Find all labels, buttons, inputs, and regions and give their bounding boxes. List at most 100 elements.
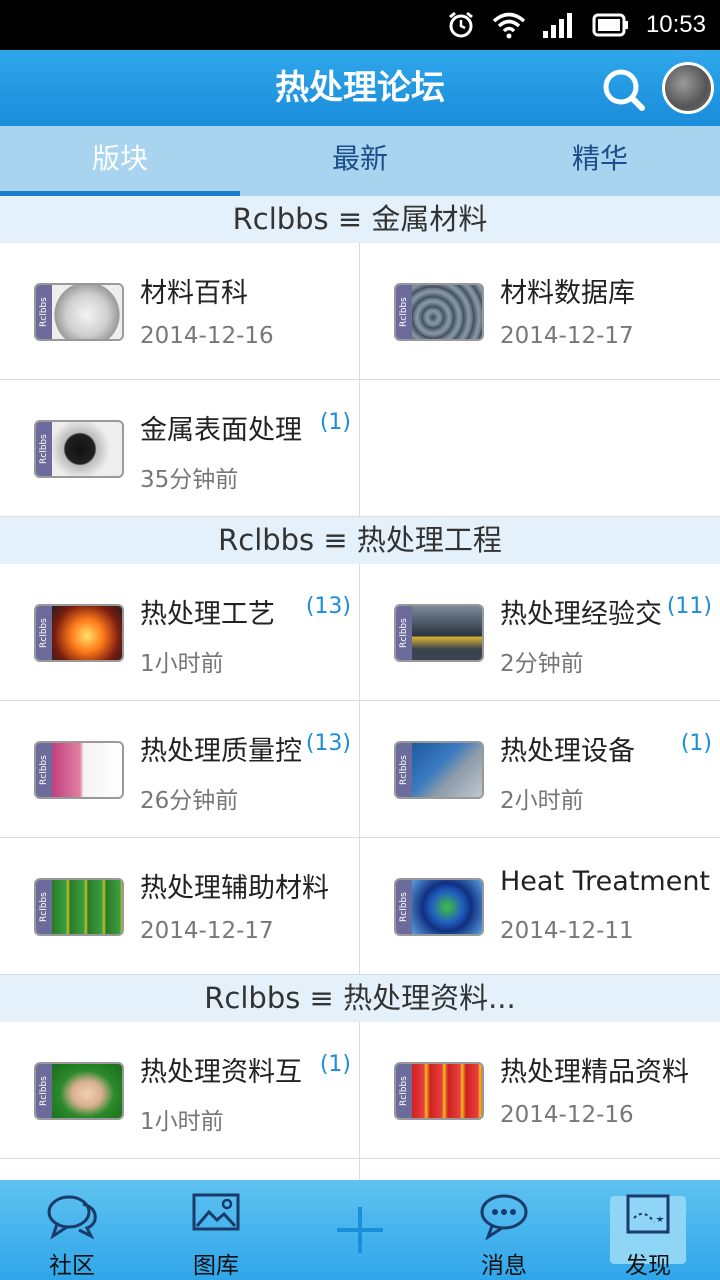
forum-name: 热处理资料互 xyxy=(140,1057,302,1088)
forum-count: (1) xyxy=(680,731,712,756)
microscope-image xyxy=(52,743,122,797)
map-flag-icon xyxy=(626,1194,670,1234)
nav-discover[interactable]: 发现 xyxy=(576,1180,720,1280)
forum-thumbnail: Rclbbs xyxy=(34,283,124,341)
forum-item[interactable]: Rclbbs 热处理质量控 26分钟前 (13) xyxy=(0,701,360,837)
nav-discover-label: 发现 xyxy=(625,1253,671,1279)
forum-item[interactable]: Rclbbs 材料数据库 2014-12-17 xyxy=(360,243,720,379)
section-header: Rclbbs ≡ 热处理工程 xyxy=(0,517,720,564)
forum-thumbnail: Rclbbs xyxy=(394,878,484,936)
forum-item[interactable] xyxy=(0,1159,360,1180)
forum-time: 1小时前 xyxy=(140,1109,224,1135)
message-icon xyxy=(480,1194,528,1240)
forum-time: 2分钟前 xyxy=(500,651,584,677)
forum-thumbnail: Rclbbs xyxy=(34,741,124,799)
forum-item[interactable]: Rclbbs 热处理工艺 1小时前 (13) xyxy=(0,564,360,700)
avatar[interactable] xyxy=(662,62,714,114)
forum-row: Rclbbs 热处理质量控 26分钟前 (13) Rclbbs 热处理设备 2小… xyxy=(0,701,720,838)
forum-name: 热处理辅助材料 xyxy=(140,873,329,904)
forum-name: 热处理工艺 xyxy=(140,599,275,630)
forum-item[interactable]: Rclbbs 热处理精品资料 2014-12-16 xyxy=(360,1022,720,1158)
gear-machine-image xyxy=(412,606,482,660)
nav-messages[interactable]: 消息 xyxy=(432,1180,576,1280)
forum-time: 2小时前 xyxy=(500,788,584,814)
forum-row: Rclbbs 金属表面处理 35分钟前 (1) xyxy=(0,380,720,517)
pipes-image xyxy=(412,285,482,339)
forum-name: 热处理设备 xyxy=(500,736,635,767)
forum-time: 26分钟前 xyxy=(140,788,239,814)
forum-name: 金属表面处理 xyxy=(140,415,302,446)
chat-bubbles-icon xyxy=(47,1195,97,1240)
forum-thumbnail: Rclbbs xyxy=(394,604,484,662)
forum-count: (1) xyxy=(319,410,351,435)
forum-item[interactable]: Rclbbs Heat Treatment 2014-12-11 xyxy=(360,838,720,974)
forum-row xyxy=(0,1159,720,1180)
forum-thumbnail: Rclbbs xyxy=(394,741,484,799)
image-icon xyxy=(192,1193,240,1231)
section-header: Rclbbs ≡ 金属材料 xyxy=(0,196,720,243)
forum-item[interactable]: Rclbbs 热处理设备 2小时前 (1) xyxy=(360,701,720,837)
forum-time: 1小时前 xyxy=(140,651,224,677)
forum-item[interactable]: Rclbbs 热处理经验交 2分钟前 (11) xyxy=(360,564,720,700)
nav-messages-label: 消息 xyxy=(481,1253,527,1279)
forum-thumbnail: Rclbbs xyxy=(34,878,124,936)
wifi-icon xyxy=(492,12,526,39)
forum-thumbnail: Rclbbs xyxy=(34,1062,124,1120)
forum-item[interactable]: Rclbbs 热处理资料互 1小时前 (1) xyxy=(0,1022,360,1158)
nav-gallery-label: 图库 xyxy=(193,1253,239,1279)
forum-time: 2014-12-11 xyxy=(500,918,634,944)
forum-name: 热处理精品资料 xyxy=(500,1057,689,1088)
tab-featured[interactable]: 精华 xyxy=(480,126,720,196)
handshake-image xyxy=(52,1064,122,1118)
globe-image xyxy=(412,880,482,934)
section-header: Rclbbs ≡ 热处理资料... xyxy=(0,975,720,1022)
forum-time: 2014-12-16 xyxy=(500,1102,634,1128)
equipment-image xyxy=(412,743,482,797)
status-time: 10:53 xyxy=(645,11,706,38)
nav-gallery[interactable]: 图库 xyxy=(144,1180,288,1280)
forum-time: 2014-12-17 xyxy=(140,918,274,944)
forum-count: (1) xyxy=(319,1052,351,1077)
forum-time: 35分钟前 xyxy=(140,467,239,493)
forum-count: (13) xyxy=(305,731,351,756)
forum-name: 热处理质量控 xyxy=(140,736,302,767)
forum-count: (11) xyxy=(666,594,712,619)
tab-boards[interactable]: 版块 xyxy=(0,126,240,196)
wiki-globe-image xyxy=(52,285,122,339)
forum-row: Rclbbs 热处理辅助材料 2014-12-17 Rclbbs Heat Tr… xyxy=(0,838,720,975)
furnace-image xyxy=(52,606,122,660)
forum-name: 材料数据库 xyxy=(500,278,635,309)
nav-community-label: 社区 xyxy=(49,1253,95,1279)
forum-thumbnail: Rclbbs xyxy=(34,420,124,478)
fire-extinguishers-image xyxy=(412,1064,482,1118)
forum-thumbnail: Rclbbs xyxy=(394,1062,484,1120)
forum-row: Rclbbs 热处理工艺 1小时前 (13) Rclbbs 热处理经验交 2分钟… xyxy=(0,564,720,701)
forum-item[interactable]: Rclbbs 金属表面处理 35分钟前 (1) xyxy=(0,380,360,516)
forum-row: Rclbbs 热处理资料互 1小时前 (1) Rclbbs 热处理精品资料 20… xyxy=(0,1022,720,1159)
tab-latest[interactable]: 最新 xyxy=(240,126,480,196)
barrels-image xyxy=(52,880,122,934)
forum-time: 2014-12-17 xyxy=(500,323,634,349)
forum-thumbnail: Rclbbs xyxy=(394,283,484,341)
forum-time: 2014-12-16 xyxy=(140,323,274,349)
empty-cell xyxy=(360,380,720,516)
forum-item[interactable]: Rclbbs 热处理辅助材料 2014-12-17 xyxy=(0,838,360,974)
nav-add[interactable] xyxy=(288,1180,686,1280)
nav-community[interactable]: 社区 xyxy=(0,1180,144,1280)
forum-item[interactable] xyxy=(360,1159,720,1180)
cylinder-parts-image xyxy=(52,422,122,476)
plus-icon xyxy=(337,1207,383,1253)
tab-bar: 版块 最新 精华 xyxy=(0,126,720,196)
forum-item[interactable]: Rclbbs 材料百科 2014-12-16 xyxy=(0,243,360,379)
forum-row: Rclbbs 材料百科 2014-12-16 Rclbbs 材料数据库 2014… xyxy=(0,243,720,380)
forum-name: 材料百科 xyxy=(140,278,248,309)
alarm-icon xyxy=(449,11,473,38)
search-icon[interactable] xyxy=(600,66,646,112)
status-bar: 10:53 xyxy=(0,0,720,50)
app-header: 热处理论坛 xyxy=(0,50,720,126)
battery-icon xyxy=(592,13,628,37)
forum-name: Heat Treatment xyxy=(500,866,711,897)
signal-icon xyxy=(542,13,572,38)
forum-thumbnail: Rclbbs xyxy=(34,604,124,662)
bottom-nav: 社区 图库 消息 发现 xyxy=(0,1180,720,1280)
